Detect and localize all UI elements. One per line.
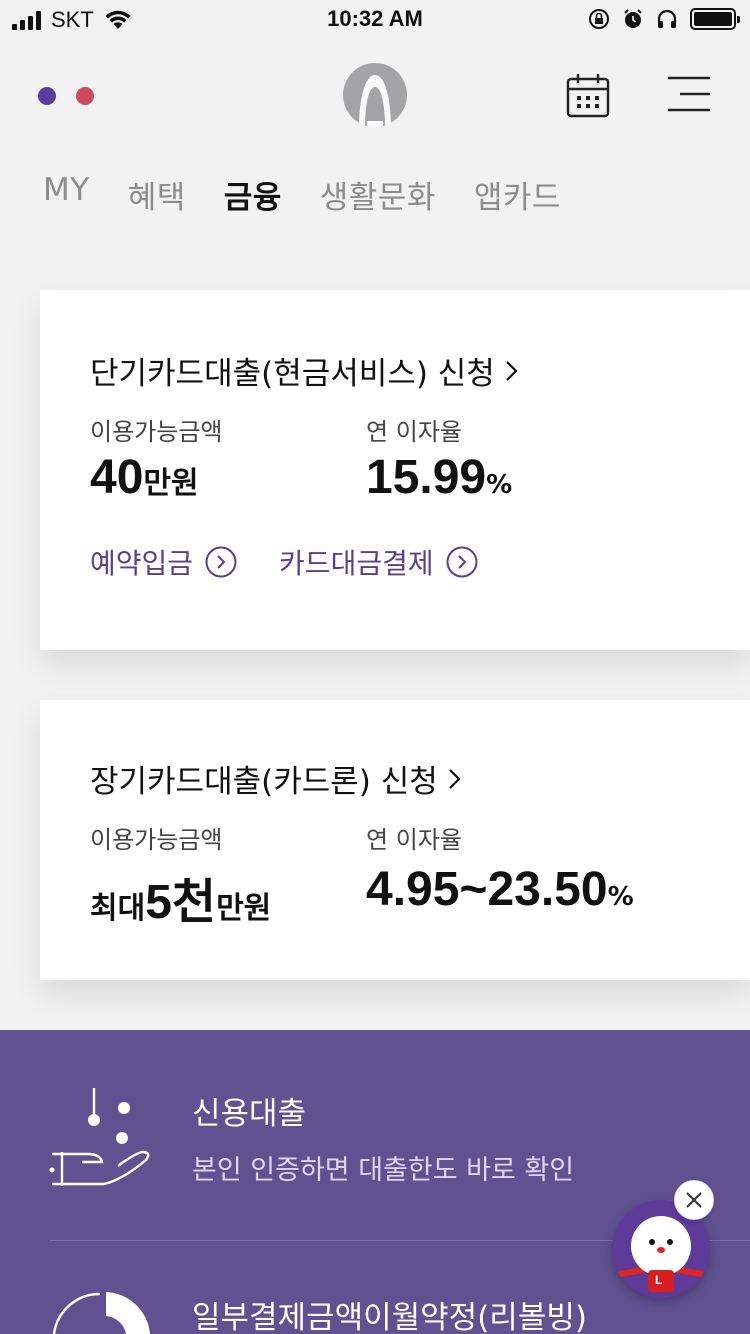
tab-benefits[interactable]: 혜택	[128, 172, 186, 217]
brand-dot-purple	[38, 87, 56, 105]
circle-arrow-right-icon	[205, 546, 237, 578]
category-tabs: MY 혜택 금융 생활문화 앱카드	[43, 172, 561, 217]
chatbot-close-button[interactable]	[674, 1180, 714, 1220]
available-amount-value: 40만원	[90, 450, 199, 505]
alarm-icon	[624, 9, 642, 28]
rate-number: 4.95~23.50	[366, 863, 608, 916]
available-amount-value: 최대5천만원	[90, 862, 271, 932]
tab-lifestyle[interactable]: 생활문화	[320, 172, 436, 217]
chatbot-badge: L	[655, 1273, 663, 1287]
status-bar: SKT 10:32 AM	[0, 0, 750, 42]
amount-number: 40	[90, 451, 144, 504]
available-amount-label: 이용가능금액	[90, 826, 223, 854]
chevron-right-icon	[448, 768, 461, 789]
status-left: SKT	[12, 7, 132, 33]
promo-title: 신용대출	[192, 1096, 307, 1132]
status-right	[588, 8, 740, 30]
long-term-loan-card: 장기카드대출(카드론) 신청 이용가능금액 연 이자율 최대5천만원 4.95~…	[40, 700, 750, 980]
card-payment-link[interactable]: 카드대금결제	[279, 542, 478, 582]
menu-button[interactable]	[668, 76, 712, 118]
tab-my[interactable]: MY	[43, 172, 90, 217]
profile-avatar[interactable]	[343, 63, 407, 127]
brand-dot-red	[76, 87, 94, 105]
tab-finance[interactable]: 금융	[224, 172, 282, 217]
card-title: 장기카드대출(카드론) 신청	[90, 764, 438, 800]
interest-rate-value: 15.99%	[366, 450, 512, 505]
wifi-icon	[105, 10, 131, 29]
rate-unit: %	[486, 470, 513, 500]
carrier-name: SKT	[51, 7, 94, 32]
interest-rate-label: 연 이자율	[366, 418, 462, 446]
interest-rate-value: 4.95~23.50%	[366, 862, 634, 917]
hamburger-menu-icon	[668, 76, 710, 112]
battery-level	[694, 12, 732, 26]
calendar-button[interactable]	[566, 72, 610, 122]
headphones-icon	[657, 9, 677, 28]
close-icon	[686, 1192, 702, 1208]
brand-dots	[38, 87, 94, 105]
available-amount-label: 이용가능금액	[90, 418, 223, 446]
amount-number: 5천	[145, 876, 217, 929]
tab-appcard[interactable]: 앱카드	[474, 172, 561, 217]
rate-number: 15.99	[366, 451, 487, 504]
interest-rate-label: 연 이자율	[366, 826, 462, 854]
card-title: 단기카드대출(현금서비스) 신청	[90, 356, 495, 392]
app-header	[0, 60, 750, 132]
promo-title: 일부결제금액이월약정(리볼빙)	[192, 1300, 587, 1334]
pie-chart-icon	[52, 1292, 150, 1334]
short-term-loan-card: 단기카드대출(현금서비스) 신청 이용가능금액 연 이자율 40만원 15.99…	[40, 290, 750, 650]
rotation-lock-icon	[589, 9, 609, 29]
link-label: 카드대금결제	[279, 547, 434, 580]
amount-unit: 만원	[216, 891, 272, 926]
quick-links: 예약입금 카드대금결제	[90, 542, 478, 582]
battery-icon	[690, 8, 740, 30]
short-term-loan-link[interactable]: 단기카드대출(현금서비스) 신청	[90, 348, 519, 393]
promo-subtitle: 본인 인증하면 대출한도 바로 확인	[192, 1155, 575, 1186]
circle-arrow-right-icon	[446, 546, 478, 578]
user-silhouette-icon	[359, 75, 391, 127]
link-label: 예약입금	[90, 547, 194, 580]
chevron-right-icon	[506, 360, 518, 381]
reserved-deposit-link[interactable]: 예약입금	[90, 542, 237, 582]
amount-unit: 만원	[143, 466, 199, 501]
hand-coins-icon	[49, 1088, 150, 1186]
calendar-icon	[566, 74, 610, 118]
signal-strength-icon	[12, 10, 41, 30]
amount-prefix: 최대	[90, 891, 146, 926]
rate-unit: %	[607, 882, 634, 912]
long-term-loan-link[interactable]: 장기카드대출(카드론) 신청	[90, 756, 462, 801]
